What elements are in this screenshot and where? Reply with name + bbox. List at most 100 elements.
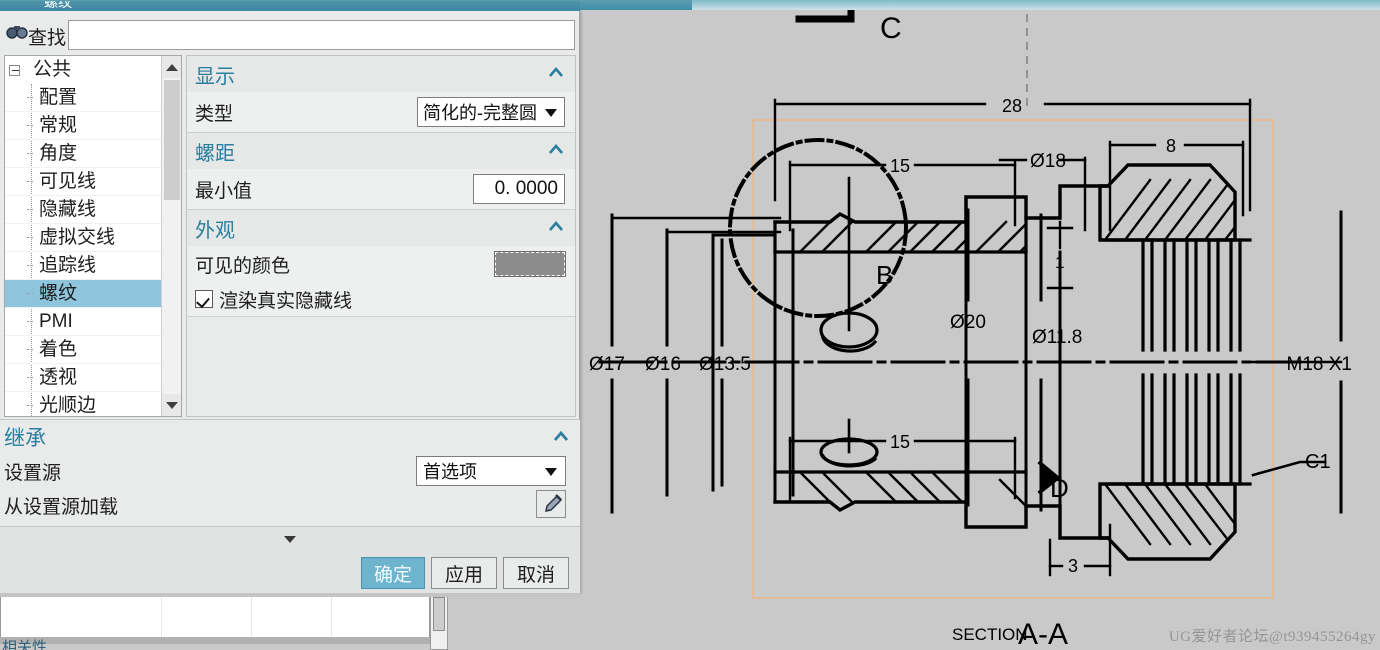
cad-label-dia-16: Ø16: [645, 354, 681, 375]
inherit-title: 继承: [4, 427, 46, 450]
group-display-header[interactable]: 显示: [187, 56, 575, 92]
tree-scrollbar[interactable]: [161, 56, 181, 416]
tree-item-label: 角度: [39, 143, 78, 164]
binoculars-icon: [6, 24, 28, 42]
cad-label-dia-20: Ø20: [950, 312, 986, 333]
sidebar-item-general[interactable]: 常规: [5, 112, 181, 140]
group-appearance-header[interactable]: 外观: [187, 210, 575, 246]
scrollbar-thumb[interactable]: [433, 597, 445, 631]
cad-label-dim-28: 28: [1002, 96, 1022, 116]
cancel-button[interactable]: 取消: [503, 557, 569, 589]
scroll-down-icon[interactable]: [162, 394, 181, 416]
row-settings-source: 设置源 首选项: [0, 454, 580, 488]
tree-item-label: 常规: [39, 115, 78, 136]
settings-source-label: 设置源: [4, 462, 62, 484]
sidebar-item-virtual-intersections[interactable]: 虚拟交线: [5, 224, 181, 252]
inherit-section: 继承 设置源 首选项 从设置源加载: [0, 419, 580, 527]
watermark: UG爱好者论坛@t939455264gy: [1168, 629, 1376, 645]
tree-item-label: 虚拟交线: [39, 227, 116, 248]
dialog-title-bar[interactable]: 螺纹: [0, 1, 580, 11]
row-type: 类型 简化的-完整圆: [187, 92, 575, 132]
cad-label-dia-13-5: Ø13.5: [699, 354, 751, 375]
sidebar-item-threads[interactable]: 螺纹: [5, 280, 181, 308]
background-bottom-label: 相关性: [2, 639, 48, 650]
tree-item-label: 透视: [39, 367, 78, 388]
background-list[interactable]: [0, 596, 430, 642]
settings-content: 显示 类型 简化的-完整圆 螺距 最小值 0. 0000 外观 可见的颜色 渲染…: [186, 55, 576, 417]
row-render-true-hidden-lines[interactable]: 渲染真实隐藏线: [187, 282, 575, 316]
sidebar-item-angle[interactable]: 角度: [5, 140, 181, 168]
group-display-title: 显示: [195, 65, 235, 88]
cad-label-dia-11-8: Ø11.8: [1032, 327, 1082, 348]
load-from-source-label: 从设置源加载: [4, 496, 119, 518]
visible-color-label: 可见的颜色: [195, 255, 291, 277]
cad-label-chamfer-c1: C1: [1305, 451, 1331, 473]
settings-source-value: 首选项: [423, 462, 477, 482]
min-value-input[interactable]: 0. 0000: [473, 174, 565, 204]
cad-label-dia-17: Ø17: [589, 354, 625, 375]
cad-label-dim-15-top: 15: [890, 156, 910, 176]
settings-source-combobox[interactable]: 首选项: [416, 456, 566, 486]
row-load-from-source: 从设置源加载: [0, 488, 580, 522]
chevron-down-icon[interactable]: [545, 468, 557, 476]
type-combobox[interactable]: 简化的-完整圆: [417, 97, 565, 127]
group-pitch-title: 螺距: [195, 142, 235, 165]
cad-label-section-name: A-A: [1018, 618, 1068, 650]
tree-root-label: 公共: [33, 59, 72, 80]
sidebar-item-visible-lines[interactable]: 可见线: [5, 168, 181, 196]
inherit-header[interactable]: 继承: [0, 420, 580, 454]
color-swatch[interactable]: [494, 251, 566, 277]
cad-label-dim-3: 3: [1068, 556, 1078, 576]
chevron-up-icon[interactable]: [552, 428, 570, 446]
tree-root-node[interactable]: 公共: [5, 56, 181, 84]
tree-item-label: 着色: [39, 339, 78, 360]
find-row: 查找: [0, 15, 580, 51]
more-options-toggle[interactable]: [0, 527, 580, 555]
row-visible-color: 可见的颜色: [187, 246, 575, 282]
dialog-bottom-edge: [0, 593, 580, 597]
eyedropper-icon[interactable]: [536, 490, 566, 518]
background-list-footer: [0, 637, 430, 644]
sidebar-item-perspective[interactable]: 透视: [5, 364, 181, 392]
sidebar-item-shading[interactable]: 着色: [5, 336, 181, 364]
chevron-down-icon[interactable]: [281, 532, 299, 550]
ok-button[interactable]: 确定: [361, 557, 425, 589]
group-pitch: 螺距 最小值 0. 0000: [187, 133, 575, 210]
tree-item-label: 螺纹: [39, 283, 78, 304]
tree-item-label: 追踪线: [39, 255, 97, 276]
min-value-label: 最小值: [195, 180, 253, 202]
find-label: 查找: [28, 28, 67, 49]
chevron-down-icon[interactable]: [545, 109, 557, 117]
settings-tree[interactable]: 公共 配置 常规 角度 可见线 隐藏线 虚拟交线 追踪线 螺纹 PMI 着色 透…: [4, 55, 182, 417]
group-pitch-header[interactable]: 螺距: [187, 133, 575, 169]
tree-item-label: PMI: [39, 311, 73, 332]
cad-label-thread-spec: M18 X1: [1287, 354, 1352, 375]
group-appearance: 外观 可见的颜色 渲染真实隐藏线: [187, 210, 575, 317]
chevron-up-icon[interactable]: [547, 64, 565, 82]
render-hidden-lines-label: 渲染真实隐藏线: [219, 290, 353, 312]
cad-label-detail-c: C: [880, 12, 902, 45]
group-display: 显示 类型 简化的-完整圆: [187, 56, 575, 133]
sidebar-item-trace-lines[interactable]: 追踪线: [5, 252, 181, 280]
render-hidden-lines-checkbox[interactable]: [195, 290, 213, 308]
tree-item-label: 光顺边: [39, 395, 97, 416]
tree-item-label: 可见线: [39, 171, 97, 192]
sidebar-item-hidden-lines[interactable]: 隐藏线: [5, 196, 181, 224]
chevron-up-icon[interactable]: [547, 218, 565, 236]
tree-scroll-thumb[interactable]: [164, 80, 180, 200]
sidebar-item-configuration[interactable]: 配置: [5, 84, 181, 112]
dialog-button-row: 确定 应用 取消: [0, 555, 580, 593]
sidebar-item-pmi[interactable]: PMI: [5, 308, 181, 336]
sidebar-item-smooth-edges[interactable]: 光顺边: [5, 392, 181, 416]
apply-button[interactable]: 应用: [431, 557, 497, 589]
tree-item-label: 配置: [39, 87, 78, 108]
cad-label-section-prefix: SECTION: [952, 625, 1028, 644]
tree-collapse-icon[interactable]: [9, 65, 20, 76]
app-title-bar-right: [692, 0, 1380, 10]
background-scrollbar[interactable]: [430, 594, 448, 650]
chevron-up-icon[interactable]: [547, 141, 565, 159]
scroll-up-icon[interactable]: [162, 56, 181, 78]
cad-label-dim-15-bottom: 15: [890, 432, 910, 452]
find-input[interactable]: [68, 20, 575, 50]
cad-label-detail-b: B: [876, 260, 893, 290]
